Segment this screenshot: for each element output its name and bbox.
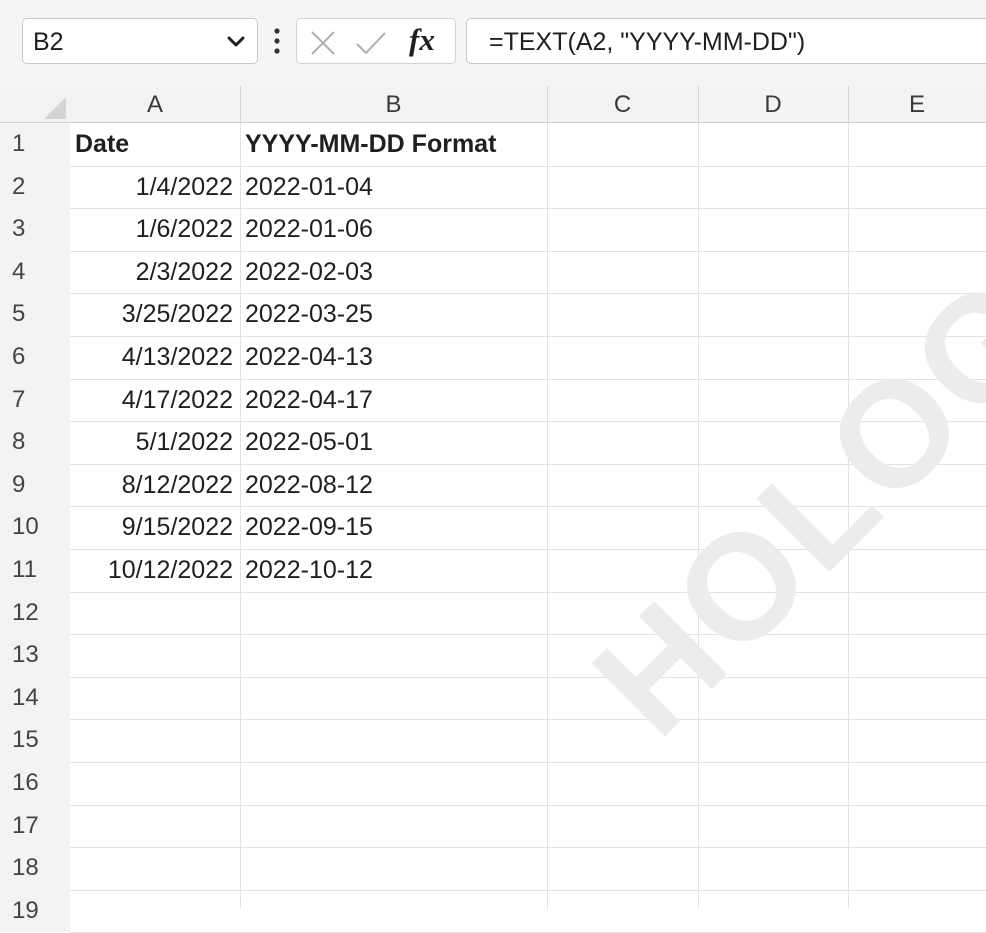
cell-a5[interactable]: 3/25/2022 — [70, 293, 233, 335]
row-header-10[interactable]: 10 — [0, 506, 70, 549]
close-icon[interactable] — [309, 29, 337, 57]
column-header-a[interactable]: A — [70, 86, 240, 123]
row-header-5[interactable]: 5 — [0, 293, 70, 336]
row-header-19[interactable]: 19 — [0, 889, 70, 933]
cell-a6[interactable]: 4/13/2022 — [70, 336, 233, 378]
row-header-9[interactable]: 9 — [0, 463, 70, 507]
formula-bar-area: B2 fx =TEXT(A2, "YYYY-MM-DD") — [0, 0, 986, 87]
row-header-15[interactable]: 15 — [0, 719, 70, 762]
column-header-d[interactable]: D — [698, 86, 848, 123]
row-gridline — [70, 719, 986, 721]
watermark-text: HOLOGY.C — [561, 70, 986, 767]
cell-a4[interactable]: 2/3/2022 — [70, 251, 233, 293]
column-gridline — [698, 123, 699, 909]
spreadsheet-grid: A B C D E 1 Date YYYY-MM-DD Format 2 1/4/2022 2022… — [0, 71, 986, 933]
row-header-12[interactable]: 12 — [0, 591, 70, 635]
cell-b1[interactable]: YYYY-MM-DD Format — [245, 123, 496, 165]
row-gridline — [70, 591, 986, 593]
row-header-14[interactable]: 14 — [0, 676, 70, 720]
cell-b7[interactable]: 2022-04-17 — [245, 379, 373, 421]
column-gridline — [240, 123, 241, 909]
column-header-divider — [240, 86, 241, 123]
chevron-down-icon[interactable] — [225, 32, 247, 52]
name-box[interactable]: B2 — [22, 18, 258, 64]
name-box-value[interactable]: B2 — [33, 28, 64, 57]
cell-b9[interactable]: 2022-08-12 — [245, 464, 373, 506]
row-header-16[interactable]: 16 — [0, 762, 70, 805]
row-gridline — [70, 847, 986, 849]
row-header-3[interactable]: 3 — [0, 208, 70, 251]
cell-a3[interactable]: 1/6/2022 — [70, 208, 233, 250]
formula-text[interactable]: =TEXT(A2, "YYYY-MM-DD") — [489, 28, 805, 57]
column-header-b[interactable]: B — [240, 86, 547, 123]
select-all-triangle-icon — [44, 97, 66, 119]
row-gridline — [70, 804, 986, 806]
vertical-dots-icon[interactable] — [272, 26, 282, 56]
row-header-13[interactable]: 13 — [0, 634, 70, 677]
column-header-e[interactable]: E — [848, 86, 986, 123]
check-icon[interactable] — [355, 29, 387, 57]
row-gridline — [70, 762, 986, 763]
select-all-corner[interactable] — [0, 86, 70, 123]
row-header-11[interactable]: 11 — [0, 549, 70, 592]
cell-a2[interactable]: 1/4/2022 — [70, 166, 233, 208]
fx-icon[interactable]: fx — [409, 22, 435, 58]
formula-input[interactable]: =TEXT(A2, "YYYY-MM-DD") — [466, 18, 986, 64]
column-gridline — [547, 123, 548, 909]
cell-a1[interactable]: Date — [75, 123, 129, 165]
column-gridline — [848, 123, 849, 909]
formula-buttons: fx — [296, 18, 456, 64]
row-header-18[interactable]: 18 — [0, 847, 70, 890]
cell-a7[interactable]: 4/17/2022 — [70, 379, 233, 421]
column-header-divider — [698, 86, 699, 123]
cell-b8[interactable]: 2022-05-01 — [245, 421, 373, 463]
row-header-7[interactable]: 7 — [0, 378, 70, 422]
row-header-1[interactable]: 1 — [0, 123, 70, 166]
cell-a8[interactable]: 5/1/2022 — [70, 421, 233, 463]
column-header-divider — [547, 86, 548, 123]
row-header-17[interactable]: 17 — [0, 804, 70, 848]
cell-a11[interactable]: 10/12/2022 — [70, 549, 233, 591]
cell-b6[interactable]: 2022-04-13 — [245, 336, 373, 378]
cell-a10[interactable]: 9/15/2022 — [70, 506, 233, 548]
row-header-6[interactable]: 6 — [0, 336, 70, 379]
cell-a9[interactable]: 8/12/2022 — [70, 464, 233, 506]
column-header-divider — [848, 86, 849, 123]
cell-b2[interactable]: 2022-01-04 — [245, 166, 373, 208]
cell-b3[interactable]: 2022-01-06 — [245, 208, 373, 250]
row-header-4[interactable]: 4 — [0, 250, 70, 294]
column-header-c[interactable]: C — [547, 86, 698, 123]
row-gridline — [70, 676, 986, 678]
row-header-8[interactable]: 8 — [0, 421, 70, 464]
row-header-2[interactable]: 2 — [0, 165, 70, 209]
cell-b10[interactable]: 2022-09-15 — [245, 506, 373, 548]
cell-b11[interactable]: 2022-10-12 — [245, 549, 373, 591]
cell-b5[interactable]: 2022-03-25 — [245, 293, 373, 335]
row-gridline — [70, 634, 986, 636]
row-gridline — [70, 889, 986, 891]
cell-b4[interactable]: 2022-02-03 — [245, 251, 373, 293]
